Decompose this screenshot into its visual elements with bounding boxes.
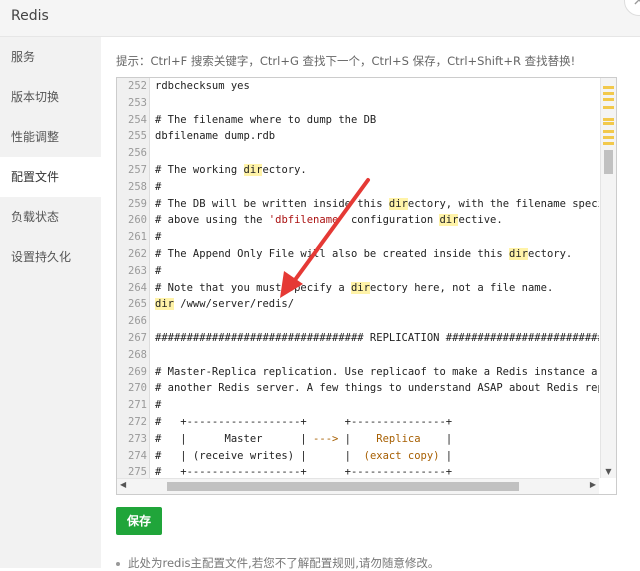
line-number: 273	[128, 432, 147, 445]
line-number: 264	[128, 281, 147, 294]
config-editor[interactable]: 252 rdbchecksum yes 253 254 # The filename w…	[116, 77, 617, 495]
line-text: dir /www/server/redis/	[155, 298, 295, 311]
code-line: 264 # Note that you must specify a direct…	[117, 280, 599, 297]
window-title: Redis	[11, 8, 49, 24]
line-text: # The DB will be written inside this dir…	[155, 197, 599, 210]
line-text: #	[155, 231, 162, 244]
line-number: 262	[128, 248, 147, 260]
line-number: 263	[128, 264, 147, 277]
code-line: 253	[117, 95, 599, 112]
line-text: # | (receive writes) | | (exact copy) |	[155, 449, 453, 462]
main-panel: 提示：Ctrl+F 搜索关键字，Ctrl+G 查找下一个，Ctrl+S 保存，C…	[101, 37, 640, 571]
horizontal-scrollbar[interactable]: ◀ ▶	[117, 478, 599, 494]
bullet-dot	[116, 561, 120, 566]
line-text: #	[155, 264, 162, 277]
code-line: 252 rdbchecksum yes	[117, 78, 599, 95]
line-text: rdbchecksum yes	[155, 80, 250, 92]
line-number: 275	[128, 466, 147, 478]
code-line: 265 dir /www/server/redis/	[117, 296, 599, 313]
line-number: 270	[128, 382, 147, 395]
save-button[interactable]: 保存	[116, 507, 162, 535]
sidebar-item-persistence[interactable]: 设置持久化	[0, 237, 101, 277]
line-number: 268	[128, 348, 147, 361]
code-line: 267 ################################# REP…	[117, 330, 599, 347]
vertical-scrollbar[interactable]: ▼	[600, 78, 616, 478]
line-text: # another Redis server. A few things to …	[155, 382, 599, 395]
line-number: 258	[128, 180, 147, 193]
line-text: # The working directory.	[155, 164, 307, 176]
code-line: 255 dbfilename dump.rdb	[117, 128, 599, 145]
sidebar-item-load-status[interactable]: 负载状态	[0, 197, 101, 237]
code-line: 259 # The DB will be written inside this …	[117, 196, 599, 213]
line-text: # | Master | ---> | Replica |	[155, 432, 453, 445]
line-text: # Master-Replica replication. Use replic…	[155, 365, 599, 378]
code-line: 254 # The filename where to dump the DB	[117, 112, 599, 129]
code-line: 269 # Master-Replica replication. Use rep…	[117, 364, 599, 381]
sidebar: 服务 版本切换 性能调整 配置文件 负载状态 设置持久化	[0, 37, 101, 568]
shortcut-hint: 提示：Ctrl+F 搜索关键字，Ctrl+G 查找下一个，Ctrl+S 保存，C…	[116, 54, 576, 68]
code-line: 268	[117, 347, 599, 364]
code-line: 262 # The Append Only File will also be c…	[117, 246, 599, 263]
line-text: # +------------------+ +---------------+	[155, 466, 453, 478]
line-number: 252	[128, 80, 147, 92]
code-line: 271 #	[117, 397, 599, 414]
line-number: 265	[128, 298, 147, 311]
line-text: # Note that you must specify a directory…	[155, 281, 554, 294]
line-number: 267	[128, 332, 147, 344]
line-text: # +------------------+ +---------------+	[155, 416, 453, 428]
line-number: 254	[128, 113, 147, 126]
code-line: 274 # | (receive writes) | | (exact copy)…	[117, 448, 599, 465]
line-number: 272	[128, 416, 147, 428]
sidebar-item-config-file[interactable]: 配置文件	[0, 157, 101, 197]
line-text: dbfilename dump.rdb	[155, 130, 276, 143]
code-line: 260 # above using the 'dbfilename' config…	[117, 212, 599, 229]
sidebar-item-service[interactable]: 服务	[0, 37, 101, 77]
window-titlebar: Redis	[0, 0, 640, 37]
code-line: 273 # | Master | ---> | Replica |	[117, 431, 599, 448]
horizontal-scroll-thumb[interactable]	[167, 482, 519, 491]
line-number: 257	[128, 164, 147, 176]
line-number: 260	[128, 214, 147, 227]
line-number: 274	[128, 449, 147, 462]
code-line: 263 #	[117, 263, 599, 280]
code-line: 275 # +------------------+ +-------------…	[117, 464, 599, 478]
config-note: 此处为redis主配置文件,若您不了解配置规则,请勿随意修改。	[116, 555, 439, 571]
line-number: 253	[128, 96, 147, 109]
code-line: 257 # The working directory.	[117, 162, 599, 179]
line-number: 255	[128, 130, 147, 143]
line-number: 271	[128, 399, 147, 412]
line-text: #	[155, 399, 162, 412]
line-number: 259	[128, 197, 147, 210]
code-line: 256	[117, 145, 599, 162]
line-text: # above using the 'dbfilename' configura…	[155, 214, 503, 227]
code-area[interactable]: 252 rdbchecksum yes 253 254 # The filename w…	[117, 78, 599, 478]
line-text: ################################# REPLIC…	[155, 332, 599, 344]
code-line: 270 # another Redis server. A few things …	[117, 380, 599, 397]
line-number: 269	[128, 365, 147, 378]
line-number: 266	[128, 315, 147, 328]
code-line: 272 # +------------------+ +-------------…	[117, 414, 599, 431]
sidebar-item-performance[interactable]: 性能调整	[0, 117, 101, 157]
sidebar-item-version-switch[interactable]: 版本切换	[0, 77, 101, 117]
scroll-down-icon[interactable]: ▼	[601, 467, 616, 476]
line-text: # The Append Only File will also be crea…	[155, 248, 573, 260]
line-text: # The filename where to dump the DB	[155, 113, 377, 126]
vertical-scroll-thumb[interactable]	[604, 150, 613, 174]
code-line: 261 #	[117, 229, 599, 246]
line-number: 261	[128, 231, 147, 244]
scroll-right-icon[interactable]: ▶	[590, 480, 596, 489]
code-line: 266	[117, 313, 599, 330]
line-text: #	[155, 180, 162, 193]
line-number: 256	[128, 147, 147, 160]
code-line: 258 #	[117, 179, 599, 196]
scroll-left-icon[interactable]: ◀	[120, 480, 126, 489]
